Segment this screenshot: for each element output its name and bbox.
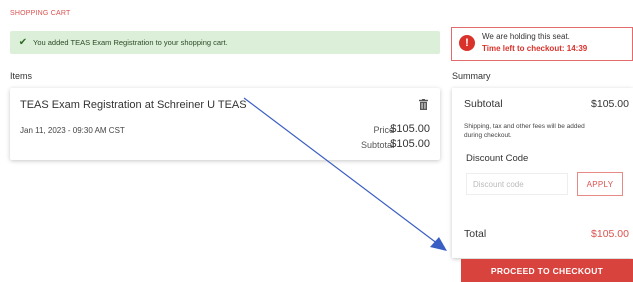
price-value: $105.00 — [390, 123, 430, 135]
cart-item: TEAS Exam Registration at Schreiner U TE… — [10, 88, 440, 160]
total-label: Total — [464, 228, 487, 240]
item-date: Jan 11, 2023 - 09:30 AM CST — [20, 126, 125, 135]
success-banner: ✔ You added TEAS Exam Registration to yo… — [10, 31, 440, 54]
discount-code-label: Discount Code — [466, 153, 529, 164]
checkout-timer: Time left to checkout: 14:39 — [482, 44, 588, 53]
fees-note: Shipping, tax and other fees will be add… — [464, 123, 585, 139]
items-section-label: Items — [10, 71, 33, 81]
success-message: You added TEAS Exam Registration to your… — [33, 38, 228, 47]
checkmark-icon: ✔ — [18, 37, 28, 48]
hold-message: We are holding this seat. — [482, 32, 570, 41]
summary-subtotal-value: $105.00 — [591, 98, 629, 110]
item-title: TEAS Exam Registration at Schreiner U TE… — [20, 99, 247, 111]
item-subtotal-label: Subtotal — [360, 140, 394, 150]
apply-discount-button[interactable]: APPLY — [577, 172, 623, 196]
order-summary: Subtotal $105.00 Shipping, tax and other… — [452, 88, 633, 258]
trash-icon[interactable] — [419, 99, 428, 110]
proceed-to-checkout-button[interactable]: PROCEED TO CHECKOUT — [461, 259, 633, 282]
hold-timer-alert: ! We are holding this seat. Time left to… — [451, 27, 633, 61]
summary-subtotal-label: Subtotal — [464, 98, 503, 110]
item-subtotal-value: $105.00 — [390, 138, 430, 150]
summary-section-label: Summary — [452, 71, 491, 81]
total-value: $105.00 — [591, 228, 629, 240]
alert-icon: ! — [459, 35, 475, 51]
page-title: SHOPPING CART — [10, 10, 71, 17]
discount-code-input[interactable] — [466, 173, 568, 195]
